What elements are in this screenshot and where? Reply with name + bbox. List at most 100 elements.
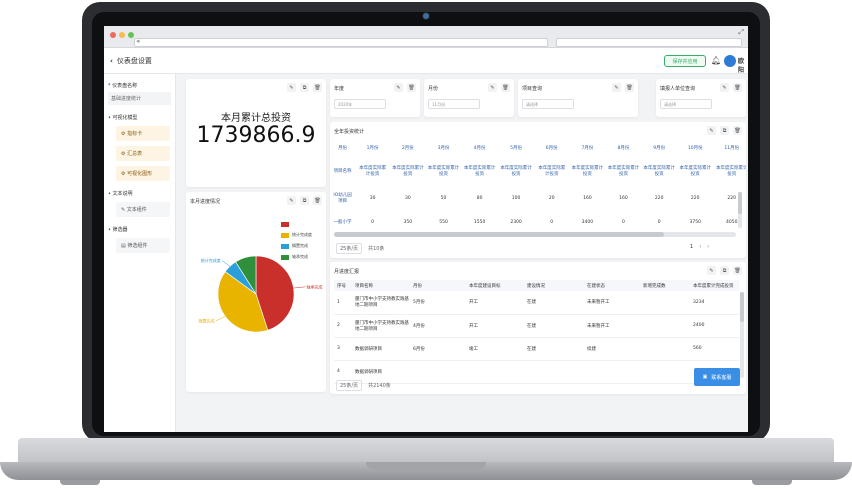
expand-icon[interactable]: ⤢ bbox=[738, 28, 744, 37]
edit-icon[interactable]: ✎ bbox=[287, 196, 296, 205]
edit-icon[interactable]: ✎ bbox=[612, 83, 621, 92]
table-cell: 未来暂开工 bbox=[584, 314, 640, 338]
current-page[interactable]: 1 bbox=[690, 244, 693, 250]
filter-card-year[interactable]: 年度 ✎ 🗑 2020年 bbox=[330, 79, 420, 117]
prev-page-icon[interactable]: ‹ bbox=[699, 244, 701, 250]
scrollbar-thumb[interactable] bbox=[334, 232, 664, 237]
copy-icon[interactable]: ⧉ bbox=[720, 126, 729, 135]
copy-icon[interactable]: ⧉ bbox=[300, 83, 309, 92]
scrollbar-thumb[interactable] bbox=[740, 292, 744, 322]
copy-icon[interactable]: ⧉ bbox=[300, 196, 309, 205]
column-header: 3月份 bbox=[437, 146, 450, 151]
avatar[interactable] bbox=[724, 55, 736, 67]
pie-label-line bbox=[293, 286, 306, 289]
table-row[interactable]: 4 数据调研项目 bbox=[334, 360, 739, 384]
table-row[interactable]: 3 数据调研项目 6月份 竣工 在建 续建 560 bbox=[334, 337, 739, 361]
filter-card-reporter[interactable]: 填报人单位查询 ✎ 🗑 请选择 bbox=[656, 79, 746, 117]
table-row[interactable]: IO幼儿园项目 30 30 50 80 100 20 160 160 220 2… bbox=[330, 186, 746, 210]
progress-table-card[interactable]: 月进度汇报 ✎ ⧉ 🗑 序号 项目名称 月份 本年度建设目标 建设情况 在建状态… bbox=[330, 262, 746, 394]
delete-icon[interactable]: 🗑 bbox=[733, 126, 742, 135]
table-cell: 30 bbox=[404, 195, 411, 201]
page-size-select[interactable]: 25条/页 bbox=[336, 243, 363, 254]
delete-icon[interactable]: 🗑 bbox=[313, 196, 322, 205]
table-cell: 4月份 bbox=[410, 314, 466, 338]
table-subheader-row: 项目名称 本年度实际累计投资 本年度实际累计投资 本年度实际累计投资 本年度实际… bbox=[330, 156, 746, 186]
dashboard-name-label: * 仪表盘名称 bbox=[108, 83, 138, 89]
table-row[interactable]: 一般小学 0 350 550 1550 2300 0 3400 0 0 3750… bbox=[330, 210, 746, 234]
kpi-card[interactable]: ✎ ⧉ 🗑 本月累计总投资 1739866.9 bbox=[186, 79, 326, 187]
back-button[interactable]: ‹ 仪表盘设置 bbox=[110, 56, 152, 66]
year-select[interactable]: 2020年 bbox=[334, 99, 386, 109]
table-row[interactable]: 1 厦门市中小学支持教实践基地二期项目 5月份 开工 在建 未来暂开工 3234 bbox=[334, 291, 739, 315]
table-cell: 100 bbox=[511, 195, 521, 201]
pie-chart-card[interactable]: 本月进度情况 ✎ ⧉ 🗑 统计完成度 搁置完成 轴承完成 轴承完成 搁置完成 统计完… bbox=[186, 192, 326, 392]
card-tools: ✎ ⧉ 🗑 bbox=[287, 196, 322, 205]
copy-icon[interactable]: ⧉ bbox=[720, 266, 729, 275]
page-size-select[interactable]: 25条/页 bbox=[336, 380, 363, 391]
edit-icon[interactable]: ✎ bbox=[287, 83, 296, 92]
column-header: 4月份 bbox=[473, 146, 486, 151]
column-header: 1月份 bbox=[366, 146, 379, 151]
user-name[interactable]: 欧阳 bbox=[738, 56, 748, 74]
horizontal-scrollbar[interactable] bbox=[334, 232, 736, 237]
project-select[interactable]: 请选择 bbox=[522, 99, 574, 109]
maximize-window-icon[interactable] bbox=[128, 32, 134, 38]
save-apply-button[interactable]: 保存并应用 bbox=[664, 55, 706, 67]
table-cell: 220 bbox=[654, 195, 664, 201]
nav-arrow-icon[interactable]: ◂ bbox=[136, 37, 140, 45]
table-cell: 50 bbox=[440, 195, 447, 201]
app-header: ‹ 仪表盘设置 保存并应用 🔔︎ 欧阳 bbox=[104, 48, 748, 74]
pagination: 25条/页 共10条 bbox=[336, 243, 384, 254]
card-tools: ✎ 🗑 bbox=[488, 83, 510, 92]
browser-search-input[interactable] bbox=[556, 38, 742, 47]
sidebar-item-summary-table[interactable]: ⚙ 汇总表 bbox=[116, 146, 170, 161]
next-page-icon[interactable]: › bbox=[707, 244, 709, 250]
delete-icon[interactable]: 🗑 bbox=[733, 266, 742, 275]
vertical-scrollbar[interactable] bbox=[740, 292, 744, 378]
edit-icon[interactable]: ✎ bbox=[707, 266, 716, 275]
contact-support-button[interactable]: ▣ 联系客服 bbox=[694, 368, 740, 386]
table-cell: 竣工 bbox=[466, 337, 524, 361]
sidebar-item-indicator-card[interactable]: ⚙ 指标卡 bbox=[116, 126, 170, 141]
page-nav: 1 ‹ › bbox=[690, 244, 709, 250]
edit-icon[interactable]: ✎ bbox=[488, 83, 497, 92]
sidebar-item-filter-widget[interactable]: ▤ 筛选组件 bbox=[116, 238, 170, 253]
table-cell: 0 bbox=[657, 219, 661, 225]
edit-icon[interactable]: ✎ bbox=[720, 83, 729, 92]
address-bar[interactable] bbox=[134, 38, 548, 47]
column-header: 5月份 bbox=[510, 146, 522, 151]
sidebar-item-visual-chart[interactable]: ⚙ 可视化图形 bbox=[116, 166, 170, 181]
delete-icon[interactable]: 🗑 bbox=[501, 83, 510, 92]
scrollbar-thumb[interactable] bbox=[738, 192, 742, 214]
table-cell bbox=[410, 360, 466, 384]
minimize-window-icon[interactable] bbox=[119, 32, 125, 38]
bell-icon[interactable]: 🔔︎ bbox=[711, 56, 721, 65]
table-row[interactable]: 2 厦门市中小学支持教实践基地二期项目 4月份 开工 在建 未来暂开工 2400 bbox=[334, 314, 739, 338]
annual-table-card[interactable]: 全年投资统计 ✎ ⧉ 🗑 月份 1月份 2月份 3月份 4月份 5月份 6月份 … bbox=[330, 122, 746, 258]
kpi-value: 1739866.9 bbox=[196, 123, 316, 148]
sidebar-item-text-widget[interactable]: ✎ 文本组件 bbox=[116, 202, 170, 217]
dashboard-name-input[interactable]: 基础进度统计 bbox=[108, 92, 171, 105]
delete-icon[interactable]: 🗑 bbox=[733, 83, 742, 92]
laptop-base bbox=[18, 438, 834, 464]
column-header: 2月份 bbox=[401, 146, 414, 151]
column-header: 月份 bbox=[410, 280, 466, 291]
close-window-icon[interactable] bbox=[110, 32, 116, 38]
table-cell: 厦门市中小学支持教实践基地二期项目 bbox=[352, 314, 410, 338]
delete-icon[interactable]: 🗑 bbox=[407, 83, 416, 92]
reporter-select[interactable]: 请选择 bbox=[660, 99, 712, 109]
delete-icon[interactable]: 🗑 bbox=[625, 83, 634, 92]
column-header: 本年度实际累计投资 bbox=[392, 166, 424, 177]
table-cell: 3234 bbox=[690, 291, 739, 315]
month-select[interactable]: 11月份 bbox=[428, 99, 480, 109]
vertical-scrollbar[interactable] bbox=[738, 192, 742, 228]
table-cell: 一般小学 bbox=[333, 220, 352, 225]
column-header: 本年度实际累计投资 bbox=[538, 166, 566, 177]
edit-icon[interactable]: ✎ bbox=[707, 126, 716, 135]
filter-card-month[interactable]: 月份 ✎ 🗑 11月份 bbox=[424, 79, 514, 117]
laptop-foot bbox=[752, 480, 792, 485]
delete-icon[interactable]: 🗑 bbox=[313, 83, 322, 92]
filter-card-project[interactable]: 项目查询 ✎ 🗑 请选择 bbox=[518, 79, 638, 117]
table-cell: 5月份 bbox=[410, 291, 466, 315]
edit-icon[interactable]: ✎ bbox=[394, 83, 403, 92]
